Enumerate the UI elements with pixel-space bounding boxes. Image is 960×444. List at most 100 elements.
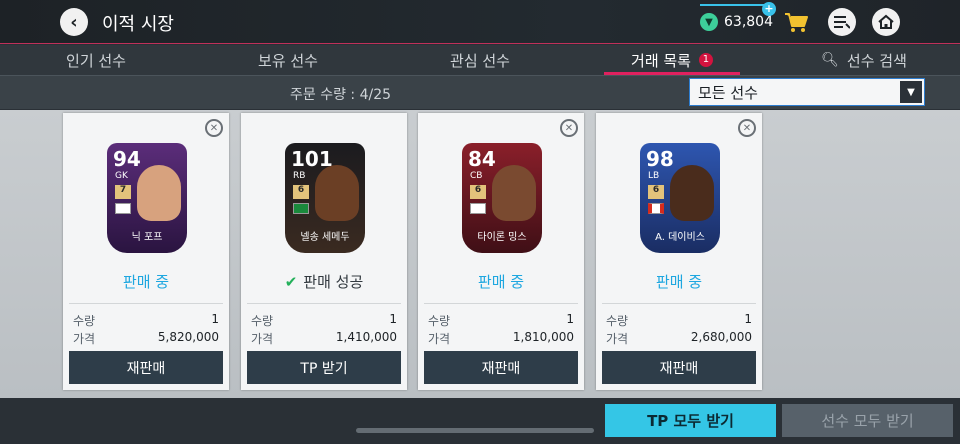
relist-button[interactable]: 재판매 bbox=[602, 351, 756, 384]
player-card-image[interactable]: 84 CB 6 타이론 밍스 bbox=[462, 143, 542, 253]
player-position: RB bbox=[293, 171, 306, 181]
divider bbox=[69, 303, 223, 304]
home-icon bbox=[878, 14, 894, 29]
player-portrait bbox=[315, 165, 359, 221]
price-label: 가격 bbox=[606, 332, 629, 346]
tab-label: 거래 목록 bbox=[631, 51, 691, 70]
quantity-label: 수량 bbox=[428, 314, 451, 328]
notification-badge: 1 bbox=[698, 53, 713, 67]
tab-label: 관심 선수 bbox=[450, 51, 510, 70]
england-flag-icon bbox=[115, 203, 131, 214]
relist-button[interactable]: 재판매 bbox=[424, 351, 578, 384]
player-name: 타이론 밍스 bbox=[477, 232, 527, 243]
tab-popular-players[interactable]: 인기 선수 bbox=[0, 45, 192, 75]
player-ovr: 84 bbox=[468, 147, 496, 171]
close-icon[interactable]: ✕ bbox=[738, 119, 756, 137]
relist-button[interactable]: 재판매 bbox=[69, 351, 223, 384]
filter-value: 모든 선수 bbox=[698, 83, 758, 102]
price-value: 5,820,000 bbox=[157, 330, 219, 344]
tab-label: 보유 선수 bbox=[258, 51, 318, 70]
canada-flag-icon bbox=[648, 203, 664, 214]
player-level: 6 bbox=[470, 185, 486, 199]
price-value: 1,810,000 bbox=[512, 330, 574, 344]
trade-card: ✕ 98 LB 6 A. 데이비스 판매 중 수량 1 가격 2,680,000… bbox=[596, 113, 762, 390]
bottom-bar: TP 모두 받기 선수 모두 받기 bbox=[0, 398, 960, 444]
receive-all-players-button[interactable]: 선수 모두 받기 bbox=[782, 404, 953, 437]
trade-card: 101 RB 6 넬송 세메두 ✔ 판매 성공 수량 1 가격 1,410,000… bbox=[241, 113, 407, 390]
player-position: GK bbox=[115, 171, 128, 181]
close-icon[interactable]: ✕ bbox=[560, 119, 578, 137]
player-position: LB bbox=[648, 171, 660, 181]
quantity-value: 1 bbox=[211, 312, 219, 326]
player-portrait bbox=[670, 165, 714, 221]
quantity-label: 수량 bbox=[251, 314, 274, 328]
price-label: 가격 bbox=[73, 332, 96, 346]
back-icon: ‹ bbox=[70, 11, 78, 33]
tab-trade-list[interactable]: 거래 목록 1 bbox=[576, 45, 768, 75]
player-ovr: 94 bbox=[113, 147, 141, 171]
player-level: 6 bbox=[648, 185, 664, 199]
quantity-label: 수량 bbox=[73, 314, 96, 328]
divider bbox=[602, 303, 756, 304]
price-value: 1,410,000 bbox=[335, 330, 397, 344]
list-button[interactable] bbox=[828, 8, 856, 36]
player-ovr: 98 bbox=[646, 147, 674, 171]
price-row: 가격 1,410,000 bbox=[251, 330, 397, 347]
player-card-image[interactable]: 98 LB 6 A. 데이비스 bbox=[640, 143, 720, 253]
player-filter-select[interactable]: 모든 선수 ▼ bbox=[689, 78, 925, 106]
tp-value: 63,804 bbox=[724, 14, 773, 30]
player-name: 넬송 세메두 bbox=[300, 232, 350, 243]
player-position: CB bbox=[470, 171, 483, 181]
trade-status: 판매 중 bbox=[655, 273, 703, 291]
search-icon: 🔍︎ bbox=[821, 52, 839, 68]
trade-status: ✔ 판매 성공 bbox=[241, 271, 407, 292]
tab-watchlist[interactable]: 관심 선수 bbox=[384, 45, 576, 75]
price-row: 가격 5,820,000 bbox=[73, 330, 219, 347]
player-card-image[interactable]: 101 RB 6 넬송 세메두 bbox=[285, 143, 365, 253]
player-level: 6 bbox=[293, 185, 309, 199]
quantity-value: 1 bbox=[389, 312, 397, 326]
quantity-row: 수량 1 bbox=[428, 312, 574, 329]
trade-card-list: ✕ 94 GK 7 닉 포프 판매 중 수량 1 가격 5,820,000 재판… bbox=[0, 110, 960, 398]
check-icon: ✔ bbox=[284, 273, 298, 291]
close-icon[interactable]: ✕ bbox=[205, 119, 223, 137]
player-card-image[interactable]: 94 GK 7 닉 포프 bbox=[107, 143, 187, 253]
tp-underline bbox=[700, 4, 764, 6]
quantity-row: 수량 1 bbox=[251, 312, 397, 329]
tab-bar: 인기 선수 보유 선수 관심 선수 거래 목록 1 🔍︎ 선수 검색 bbox=[0, 45, 960, 75]
trade-status: 판매 중 bbox=[477, 273, 525, 291]
order-bar: 주문 수량 : 4/25 모든 선수 ▼ bbox=[0, 75, 960, 109]
divider bbox=[424, 303, 578, 304]
tp-balance[interactable]: ▼ 63,804 + bbox=[700, 2, 776, 36]
trade-status-text: 판매 성공 bbox=[303, 273, 364, 291]
home-button[interactable] bbox=[872, 8, 900, 36]
tab-owned-players[interactable]: 보유 선수 bbox=[192, 45, 384, 75]
back-button[interactable]: ‹ bbox=[60, 8, 88, 36]
tab-player-search[interactable]: 🔍︎ 선수 검색 bbox=[768, 45, 960, 75]
divider bbox=[247, 303, 401, 304]
tp-coin-icon: ▼ bbox=[700, 13, 718, 31]
tab-label: 선수 검색 bbox=[846, 51, 907, 70]
trade-status: 판매 중 bbox=[122, 273, 170, 291]
cart-icon bbox=[785, 13, 808, 32]
horizontal-scrollbar[interactable] bbox=[356, 428, 594, 433]
receive-all-tp-button[interactable]: TP 모두 받기 bbox=[605, 404, 776, 437]
quantity-value: 1 bbox=[744, 312, 752, 326]
add-tp-button[interactable]: + bbox=[762, 2, 776, 16]
price-label: 가격 bbox=[251, 332, 274, 346]
player-level: 7 bbox=[115, 185, 131, 199]
receive-tp-button[interactable]: TP 받기 bbox=[247, 351, 401, 384]
trade-card: ✕ 84 CB 6 타이론 밍스 판매 중 수량 1 가격 1,810,000 … bbox=[418, 113, 584, 390]
chevron-down-icon: ▼ bbox=[900, 81, 922, 103]
quantity-label: 수량 bbox=[606, 314, 629, 328]
order-count: 주문 수량 : 4/25 bbox=[290, 87, 392, 103]
player-name: 닉 포프 bbox=[131, 232, 163, 243]
price-row: 가격 1,810,000 bbox=[428, 330, 574, 347]
cart-button[interactable] bbox=[782, 8, 810, 36]
player-portrait bbox=[492, 165, 536, 221]
quantity-value: 1 bbox=[566, 312, 574, 326]
price-row: 가격 2,680,000 bbox=[606, 330, 752, 347]
page-title: 이적 시장 bbox=[102, 14, 174, 35]
portugal-flag-icon bbox=[293, 203, 309, 214]
player-portrait bbox=[137, 165, 181, 221]
